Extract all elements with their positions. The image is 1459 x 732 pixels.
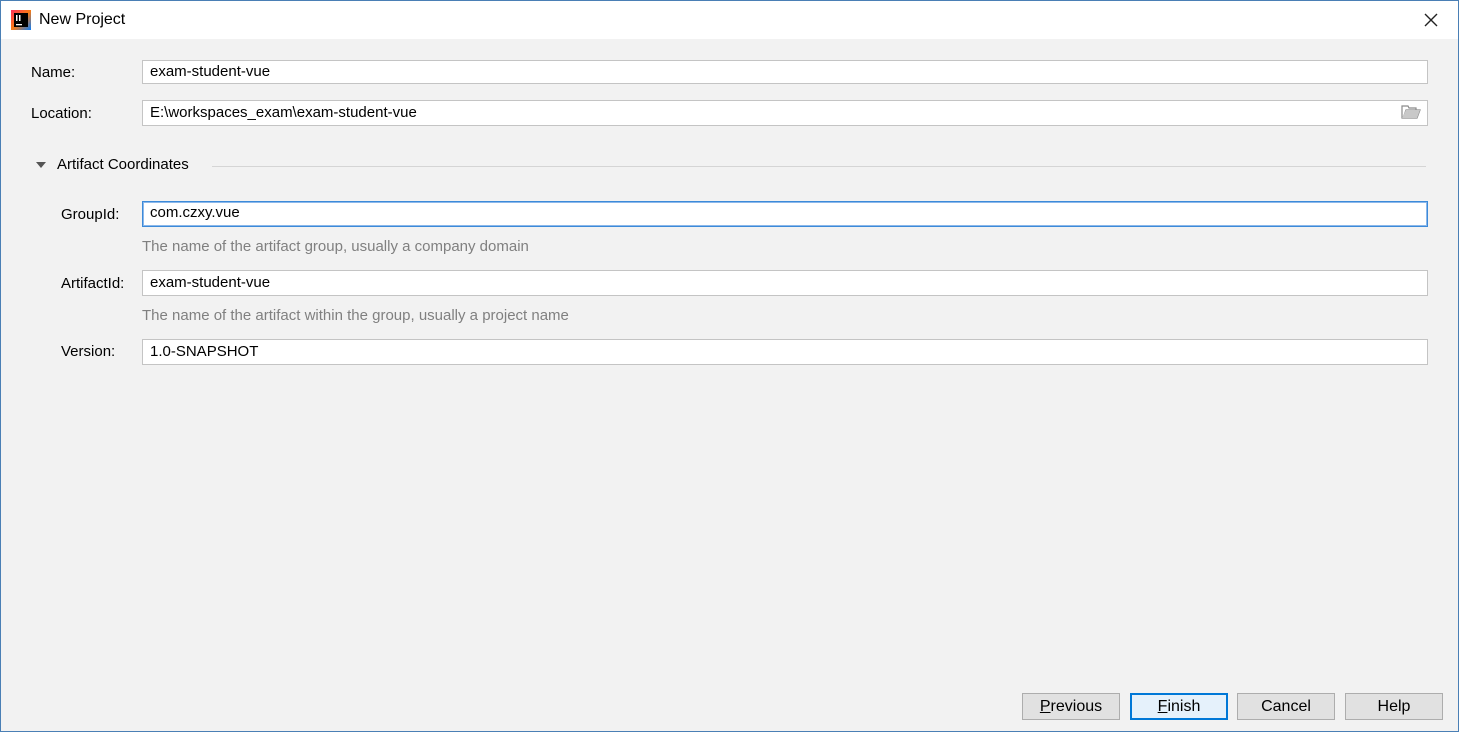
previous-button[interactable]: Previous: [1022, 693, 1120, 720]
finish-label-rest: inish: [1167, 698, 1201, 715]
artifactid-hint: The name of the artifact within the grou…: [142, 307, 569, 324]
intellij-idea-icon: [11, 10, 31, 30]
version-field-value: 1.0-SNAPSHOT: [150, 343, 259, 360]
location-field[interactable]: E:\workspaces_exam\exam-student-vue: [142, 100, 1428, 126]
name-field[interactable]: exam-student-vue: [142, 60, 1428, 84]
groupid-label: GroupId:: [61, 206, 120, 223]
section-title: Artifact Coordinates: [57, 156, 189, 173]
close-icon[interactable]: [1418, 8, 1444, 32]
cancel-button[interactable]: Cancel: [1237, 693, 1335, 720]
artifactid-label: ArtifactId:: [61, 275, 125, 292]
window-title: New Project: [39, 11, 126, 28]
section-divider: [212, 166, 1426, 167]
title-bar: New Project: [1, 1, 1458, 39]
artifactid-field-value: exam-student-vue: [150, 274, 271, 291]
version-label: Version:: [61, 343, 116, 360]
previous-mnemonic: P: [1039, 698, 1051, 715]
previous-label-rest: revious: [1050, 698, 1103, 715]
new-project-dialog: New Project Name: exam-student-vue Locat…: [0, 0, 1459, 732]
help-button[interactable]: Help: [1345, 693, 1443, 720]
groupid-hint: The name of the artifact group, usually …: [142, 238, 529, 255]
folder-open-icon[interactable]: [1401, 104, 1421, 120]
artifactid-field[interactable]: exam-student-vue: [142, 270, 1428, 296]
version-field[interactable]: 1.0-SNAPSHOT: [142, 339, 1428, 365]
groupid-field-value: com.czxy.vue: [150, 204, 240, 221]
triangle-down-icon: [36, 162, 46, 168]
name-field-value: exam-student-vue: [150, 63, 271, 80]
finish-mnemonic: F: [1157, 698, 1168, 715]
location-label: Location:: [31, 105, 92, 122]
name-label: Name:: [31, 64, 76, 81]
location-field-value: E:\workspaces_exam\exam-student-vue: [150, 104, 417, 121]
finish-button[interactable]: Finish: [1130, 693, 1228, 720]
groupid-field[interactable]: com.czxy.vue: [142, 201, 1428, 227]
